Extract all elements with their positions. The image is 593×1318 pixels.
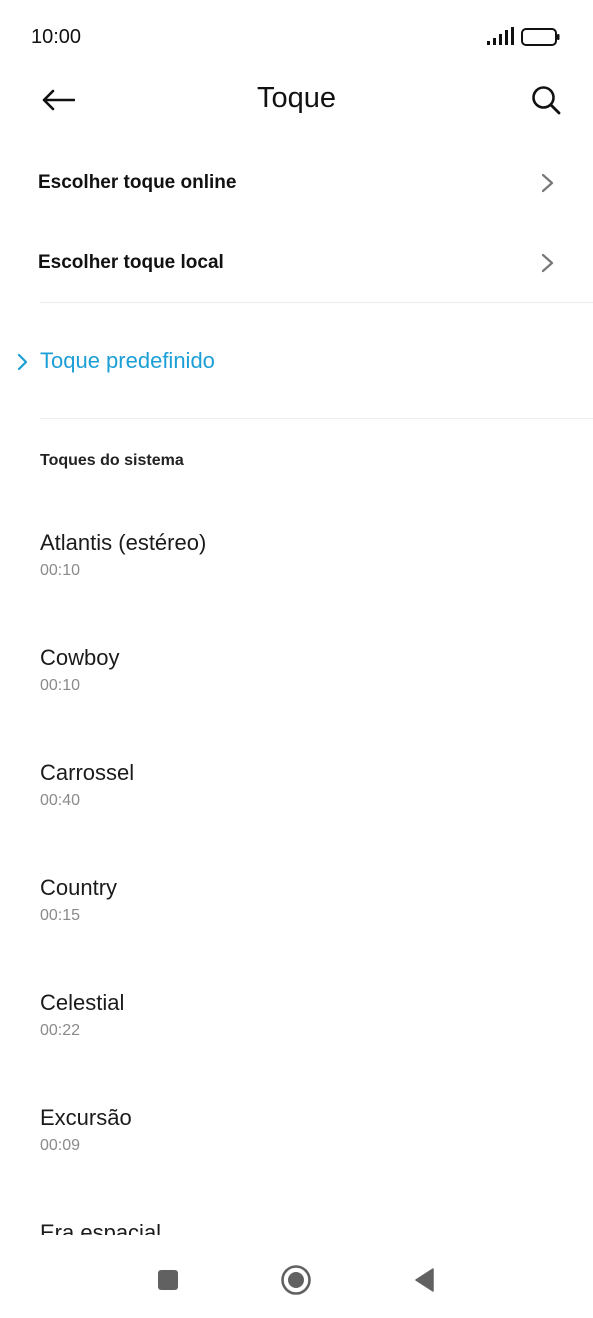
chevron-right-icon <box>541 173 554 193</box>
signal-icon <box>487 27 514 45</box>
ringtone-duration: 00:40 <box>40 792 81 809</box>
search-icon <box>532 86 561 115</box>
choose-local-ringtone-label: Escolher toque local <box>38 252 224 273</box>
divider <box>40 418 593 419</box>
ringtone-item[interactable]: Country 00:15 <box>0 845 593 960</box>
home-button[interactable] <box>274 1258 318 1302</box>
ringtone-name: Excursão <box>40 1105 132 1130</box>
ringtone-duration: 00:09 <box>40 1137 81 1154</box>
back-triangle-icon <box>415 1268 434 1292</box>
choose-local-ringtone-item[interactable]: Escolher toque local <box>0 223 593 303</box>
navigation-bar <box>0 1240 593 1318</box>
home-circle-icon <box>281 1265 311 1295</box>
ringtone-item[interactable]: Celestial 00:22 <box>0 960 593 1075</box>
ringtone-item[interactable]: Cowboy 00:10 <box>0 615 593 730</box>
ringtone-item[interactable]: Excursão 00:09 <box>0 1075 593 1190</box>
ringtone-name: Country <box>40 875 118 900</box>
choose-online-ringtone-label: Escolher toque online <box>38 172 237 193</box>
ringtone-name: Atlantis (estéreo) <box>40 530 207 555</box>
system-ringtones-header: Toques do sistema <box>40 452 184 469</box>
ringtone-name: Era espacial <box>40 1220 162 1235</box>
battery-icon <box>521 28 560 46</box>
recents-square-icon <box>158 1270 178 1290</box>
ringtone-duration: 00:10 <box>40 562 81 579</box>
ringtone-name: Carrossel <box>40 760 135 785</box>
ringtone-duration: 00:10 <box>40 677 81 694</box>
page-title: Toque <box>256 82 336 114</box>
ringtone-item[interactable]: Carrossel 00:40 <box>0 730 593 845</box>
ringtone-name: Cowboy <box>40 645 120 670</box>
system-back-button[interactable] <box>402 1258 446 1302</box>
search-button[interactable] <box>524 80 568 120</box>
app-bar: Toque <box>0 76 593 124</box>
divider <box>40 302 593 303</box>
ringtone-item[interactable]: Atlantis (estéreo) 00:10 <box>0 500 593 615</box>
status-time: 10:00 <box>31 26 82 48</box>
chevron-right-icon <box>541 253 554 273</box>
default-ringtone-item[interactable]: Toque predefinido <box>0 330 593 396</box>
ringtone-item[interactable]: Era espacial <box>0 1190 593 1235</box>
ringtone-duration: 00:22 <box>40 1022 81 1039</box>
recents-button[interactable] <box>146 1258 190 1302</box>
ringtone-name: Celestial <box>40 990 125 1015</box>
ringtone-duration: 00:15 <box>40 907 81 924</box>
ringtone-list[interactable]: Atlantis (estéreo) 00:10 Cowboy 00:10 Ca… <box>0 500 593 1235</box>
status-bar: 10:00 <box>0 0 593 76</box>
selected-chevron-icon <box>17 353 28 371</box>
default-ringtone-label: Toque predefinido <box>40 348 215 373</box>
choose-online-ringtone-item[interactable]: Escolher toque online <box>0 143 593 223</box>
